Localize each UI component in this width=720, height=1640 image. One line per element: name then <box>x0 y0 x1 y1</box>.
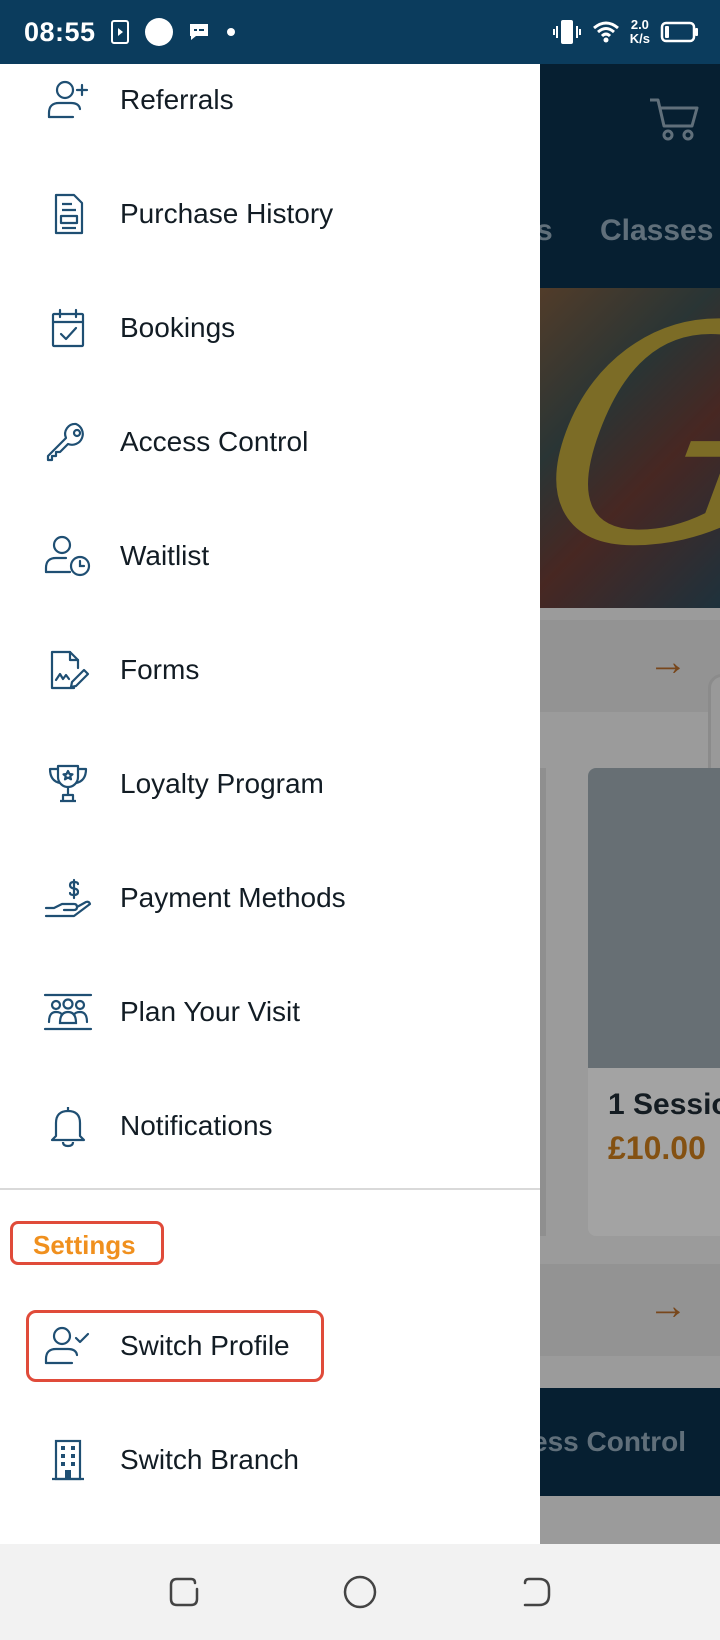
menu-item-waitlist[interactable]: Waitlist <box>0 508 540 604</box>
system-navigation-bar <box>0 1544 720 1640</box>
group-icon <box>42 986 94 1038</box>
menu-item-switch-branch[interactable]: Switch Branch <box>0 1412 540 1508</box>
menu-item-label: Notifications <box>120 1110 273 1141</box>
menu-item-forms[interactable]: Forms <box>0 622 540 718</box>
wifi-icon <box>592 20 620 44</box>
circle-notification-icon <box>144 17 174 47</box>
menu-item-referrals[interactable]: Referrals <box>0 64 540 148</box>
status-time: 08:55 <box>24 16 96 47</box>
menu-item-label: Switch Profile <box>120 1330 290 1361</box>
person-clock-icon <box>42 530 94 582</box>
message-icon <box>188 22 210 42</box>
person-add-icon <box>42 74 94 126</box>
trophy-icon <box>42 758 94 810</box>
menu-item-plan-your-visit[interactable]: Plan Your Visit <box>0 964 540 1060</box>
menu-item-label: Purchase History <box>120 198 334 229</box>
settings-title-text: Settings <box>33 1230 136 1260</box>
menu-item-switch-profile[interactable]: Switch Profile <box>0 1298 540 1394</box>
key-icon <box>42 416 94 468</box>
settings-section-title: Settings <box>10 1221 164 1265</box>
menu-item-access-control[interactable]: Access Control <box>0 394 540 490</box>
menu-item-label: Forms <box>120 654 200 685</box>
screen-record-icon <box>110 19 130 45</box>
menu-item-notifications[interactable]: Notifications <box>0 1078 540 1174</box>
bell-icon <box>42 1100 94 1152</box>
navigation-drawer: Referrals Purchase History Bookings Acce… <box>0 64 540 1544</box>
building-icon <box>42 1434 94 1486</box>
dot-icon <box>224 25 238 39</box>
back-icon[interactable] <box>518 1574 554 1610</box>
recent-apps-icon[interactable] <box>166 1574 202 1610</box>
menu-item-label: Bookings <box>120 312 236 343</box>
calendar-check-icon <box>42 302 94 354</box>
menu-item-payment-methods[interactable]: Payment Methods <box>0 850 540 946</box>
divider <box>0 1188 540 1190</box>
person-check-icon <box>42 1320 94 1372</box>
home-icon[interactable] <box>342 1574 378 1610</box>
menu-item-bookings[interactable]: Bookings <box>0 280 540 376</box>
menu-item-label: Loyalty Program <box>120 768 324 799</box>
vibrate-icon <box>552 18 582 46</box>
menu-item-loyalty-program[interactable]: Loyalty Program <box>0 736 540 832</box>
document-signature-icon <box>42 644 94 696</box>
battery-icon <box>660 20 700 44</box>
menu-item-label: Referrals <box>120 84 234 115</box>
status-bar: 08:55 2.0 K/s <box>0 0 720 64</box>
menu-item-label: Switch Branch <box>120 1444 299 1475</box>
network-speed: 2.0 K/s <box>629 17 650 46</box>
drawer-scrim[interactable] <box>540 64 720 1544</box>
menu-item-label: Waitlist <box>120 540 210 571</box>
hand-dollar-icon <box>42 872 94 924</box>
menu-item-label: Payment Methods <box>120 882 346 913</box>
background-app: s Classes G → 1 Sessio £10.00 → ess Cont… <box>540 64 720 1544</box>
menu-item-purchase-history[interactable]: Purchase History <box>0 166 540 262</box>
receipt-icon <box>42 188 94 240</box>
menu-item-label: Plan Your Visit <box>120 996 301 1027</box>
menu-item-label: Access Control <box>120 426 309 457</box>
